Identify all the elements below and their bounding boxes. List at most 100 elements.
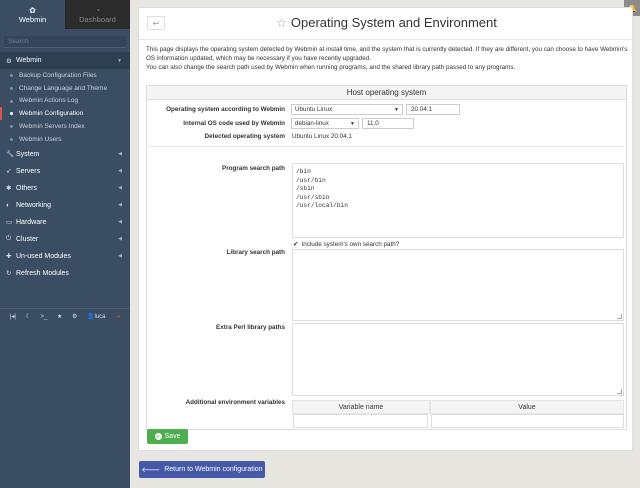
os-label: Operating system according to Webmin: [147, 106, 285, 113]
perl-path-label: Extra Perl library paths: [147, 324, 285, 331]
terminal-icon[interactable]: >_: [41, 314, 48, 320]
env-col-name-header: Variable name: [292, 400, 430, 414]
sidebar-section-label: Networking: [16, 202, 51, 209]
night-mode-icon[interactable]: ☾: [26, 313, 31, 320]
sidebar-section-unused-modules[interactable]: ✚ Un-used Modules ◀: [0, 248, 130, 265]
chevron-left-icon: ◀: [118, 219, 122, 225]
sidebar-section-label: Un-used Modules: [16, 253, 71, 260]
sidebar-section-label: System: [16, 151, 39, 158]
sidebar-item-webmin-actions-log[interactable]: Webmin Actions Log: [0, 95, 130, 108]
perl-path-textarea[interactable]: [292, 323, 624, 396]
sidebar-section-others[interactable]: ✱ Others ◀: [0, 180, 130, 197]
sidebar-section-system[interactable]: 🔧 System ◀: [0, 146, 130, 163]
return-button[interactable]: 🡐 Return to Webmin configuration: [139, 461, 265, 478]
library-path-textarea[interactable]: [292, 249, 624, 321]
path-label: Program search path: [147, 165, 285, 172]
dashboard-icon: ◔: [95, 6, 100, 15]
include-system-path-checkbox[interactable]: ✔ Include system's own search path?: [293, 240, 399, 248]
main-panel: ↩ ☆Operating System and Environment This…: [138, 7, 633, 451]
intro-paragraph-1: This page displays the operating system …: [146, 45, 628, 63]
return-button-label: Return to Webmin configuration: [164, 466, 262, 473]
puzzle-icon: ✚: [6, 252, 16, 260]
tab-webmin-label: Webmin: [19, 15, 46, 24]
save-button-label: Save: [165, 433, 181, 440]
host-os-box: Host operating system Operating system a…: [146, 85, 627, 430]
sidebar-section-cluster[interactable]: ⏻ Cluster ◀: [0, 231, 130, 248]
library-path-label: Library search path: [147, 249, 285, 256]
os-select-value: Ubuntu Linux: [295, 106, 332, 113]
code-label: Internal OS code used by Webmin: [147, 120, 285, 127]
sidebar-item-backup-configuration-files[interactable]: Backup Configuration Files: [0, 69, 130, 82]
tab-dashboard-label: Dashboard: [79, 15, 116, 24]
sidebar: ✿ Webmin ◔ Dashboard Search ⚙ Webmin ▼ B…: [0, 0, 130, 488]
env-vars-label: Additional environment variables: [147, 399, 285, 406]
save-button[interactable]: ✔ Save: [147, 429, 188, 444]
title-divider: [139, 39, 634, 40]
page-title: ☆ Operating System and Environment: [139, 15, 634, 30]
os-version-input[interactable]: 20.04.1: [406, 104, 460, 115]
sidebar-section-webmin[interactable]: ⚙ Webmin ▼: [0, 52, 130, 69]
chevron-left-icon: ◀: [118, 151, 122, 157]
logout-icon[interactable]: ⇥: [115, 313, 120, 320]
refresh-icon: ↻: [6, 269, 16, 277]
sidebar-section-networking[interactable]: ◐ Networking ◀: [0, 197, 130, 214]
page-title-text: Operating System and Environment: [291, 15, 497, 30]
webmin-logo-icon: ✿: [29, 6, 36, 15]
env-name-input[interactable]: [293, 414, 428, 428]
sidebar-section-label: Cluster: [16, 236, 38, 243]
program-path-textarea[interactable]: /bin /usr/bin /sbin /usr/sbin /usr/local…: [292, 163, 624, 238]
sidebar-section-hardware[interactable]: ▭ Hardware ◀: [0, 214, 130, 231]
wrench-icon: 🔧: [6, 150, 16, 158]
check-circle-icon: ✔: [155, 433, 162, 440]
chevron-left-icon: ◀: [118, 253, 122, 259]
sidebar-section-refresh-modules[interactable]: ↻ Refresh Modules: [0, 265, 130, 282]
gear-icon: ✱: [6, 184, 16, 192]
sidebar-section-label: Hardware: [16, 219, 46, 226]
sidebar-item-webmin-users[interactable]: Webmin Users: [0, 133, 130, 146]
intro-text: This page displays the operating system …: [146, 45, 628, 73]
env-value-input[interactable]: [431, 414, 624, 428]
detected-value: Ubuntu Linux 20.04.1: [292, 133, 352, 140]
favorite-star-icon[interactable]: ☆: [276, 16, 287, 30]
box-title: Host operating system: [147, 86, 626, 100]
chevron-left-icon: ◀: [118, 168, 122, 174]
os-code-value: debian-linux: [295, 120, 329, 127]
resize-grip-icon[interactable]: [617, 314, 622, 319]
include-system-path-label: Include system's own search path?: [301, 241, 399, 248]
sidebar-toolbar: |◂| ☾ >_ ★ ⚙ 👤luca ⇥: [0, 308, 130, 324]
sidebar-section-label: Others: [16, 185, 37, 192]
sidebar-section-label: Webmin: [16, 57, 42, 64]
sidebar-search-input[interactable]: Search: [4, 36, 126, 48]
user-link[interactable]: 👤luca: [87, 313, 106, 320]
settings-gears-icon[interactable]: ⚙: [72, 313, 77, 320]
sidebar-tabs: ✿ Webmin ◔ Dashboard: [0, 0, 130, 29]
favorites-star-icon[interactable]: ★: [57, 313, 62, 320]
tab-webmin[interactable]: ✿ Webmin: [0, 0, 65, 29]
sidebar-item-webmin-configuration[interactable]: Webmin Configuration: [0, 107, 130, 120]
arrow-left-icon: 🡐: [141, 465, 160, 474]
dropdown-arrow-icon: ▼: [350, 121, 355, 127]
user-name: luca: [94, 314, 105, 320]
collapse-icon[interactable]: |◂|: [10, 313, 16, 320]
os-select[interactable]: Ubuntu Linux▼: [291, 104, 403, 115]
intro-paragraph-2: You can also change the search path used…: [146, 63, 628, 72]
chevron-left-icon: ◀: [118, 185, 122, 191]
os-code-version-input[interactable]: 11.0: [362, 118, 414, 129]
env-col-value-header: Value: [430, 400, 624, 414]
section-divider: [149, 146, 624, 147]
sidebar-item-change-language-and-theme[interactable]: Change Language and Theme: [0, 82, 130, 95]
sidebar-item-webmin-servers-index[interactable]: Webmin Servers Index: [0, 120, 130, 133]
hardware-icon: ▭: [6, 218, 16, 226]
resize-grip-icon[interactable]: [617, 389, 622, 394]
tab-dashboard[interactable]: ◔ Dashboard: [65, 0, 130, 29]
rocket-icon: ➶: [6, 167, 16, 175]
gear-icon: ⚙: [6, 57, 16, 65]
network-icon: ◐: [6, 202, 16, 209]
chevron-left-icon: ◀: [118, 202, 122, 208]
sidebar-section-label: Refresh Modules: [16, 270, 69, 277]
sidebar-section-servers[interactable]: ➶ Servers ◀: [0, 163, 130, 180]
chevron-left-icon: ◀: [118, 236, 122, 242]
power-icon: ⏻: [6, 235, 16, 243]
os-code-select[interactable]: debian-linux ▼: [291, 118, 359, 129]
detected-label: Detected operating system: [147, 133, 285, 140]
